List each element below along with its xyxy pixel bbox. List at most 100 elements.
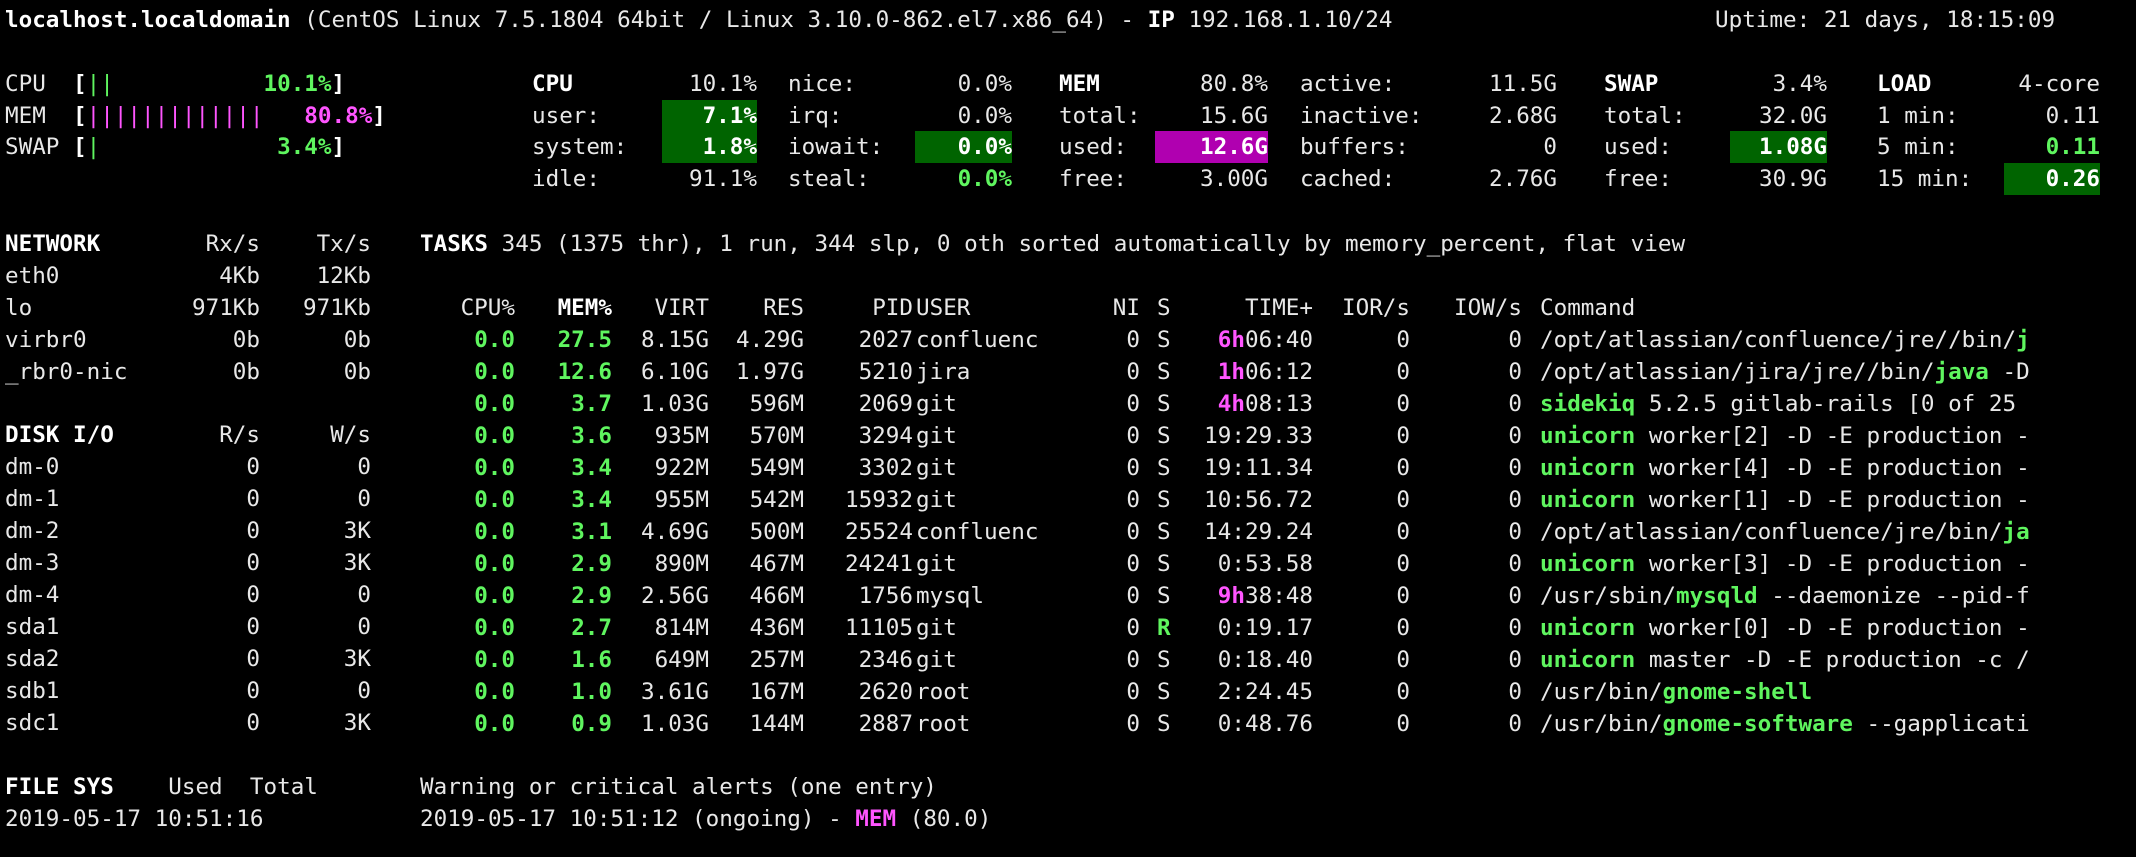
process-mem: 1.0 bbox=[571, 679, 612, 705]
process-time: 10:56.72 bbox=[1190, 484, 1313, 516]
process-time: 9h38:48 bbox=[1190, 580, 1313, 612]
process-user: git bbox=[916, 647, 957, 673]
load-5min-label: 5 min: bbox=[1877, 134, 1959, 160]
process-user: git bbox=[916, 391, 957, 417]
diskio-r-header: R/s bbox=[219, 422, 260, 448]
process-command-args: --daemonize --pid-f bbox=[1757, 583, 2030, 609]
process-command-name: unicorn bbox=[1540, 647, 1636, 673]
process-mem: 3.1 bbox=[571, 519, 612, 545]
process-command-args: worker[0] -D -E production - bbox=[1635, 615, 2030, 641]
process-command-args: /opt/atlassian/confluence/jre//bin/ bbox=[1540, 327, 2017, 353]
ip-label: IP bbox=[1147, 7, 1175, 33]
process-res: 436M bbox=[749, 615, 804, 641]
process-time: 14:29.24 bbox=[1190, 516, 1313, 548]
process-ni: 0 bbox=[1126, 679, 1140, 705]
uptime: Uptime: 21 days, 18:15:09 bbox=[1715, 7, 2056, 33]
process-mem: 3.4 bbox=[571, 487, 612, 513]
disk-write-value: 0 bbox=[357, 614, 371, 640]
tasks-title: TASKS bbox=[420, 231, 489, 257]
process-time: 0:53.58 bbox=[1190, 548, 1313, 580]
process-virt: 890M bbox=[654, 551, 709, 577]
process-cpu: 0.0 bbox=[474, 583, 515, 609]
alert-entry-value: (80.0) bbox=[896, 806, 992, 832]
process-command-args: /usr/bin/ bbox=[1540, 711, 1663, 737]
process-cpu: 0.0 bbox=[474, 487, 515, 513]
process-ior: 0 bbox=[1396, 359, 1410, 385]
process-command: unicorn worker[4] -D -E production - bbox=[1540, 452, 2136, 484]
process-time: 0:18.40 bbox=[1190, 644, 1313, 676]
disk-write-value: 0 bbox=[357, 582, 371, 608]
process-time-value: 0:53.58 bbox=[1217, 551, 1313, 577]
mem-buffers-value: 0 bbox=[1543, 134, 1557, 160]
disk-name: sda1 bbox=[5, 614, 60, 640]
process-s: S bbox=[1157, 455, 1171, 481]
process-pid: 2887 bbox=[858, 711, 913, 737]
process-ni: 0 bbox=[1126, 455, 1140, 481]
process-command-name: gnome-shell bbox=[1662, 679, 1813, 705]
process-pid: 2069 bbox=[858, 391, 913, 417]
disk-name: sdb1 bbox=[5, 678, 60, 704]
process-cpu: 0.0 bbox=[474, 519, 515, 545]
process-s: S bbox=[1157, 423, 1171, 449]
disk-write-value: 3K bbox=[343, 646, 371, 672]
cpu-nice-value: 0.0% bbox=[957, 71, 1012, 97]
process-time: 1h06:12 bbox=[1190, 356, 1313, 388]
process-ni: 0 bbox=[1126, 487, 1140, 513]
process-s: S bbox=[1157, 487, 1171, 513]
process-s: S bbox=[1157, 679, 1171, 705]
filesys-used-header: Used bbox=[168, 774, 223, 800]
column-header-pid: PID bbox=[872, 295, 913, 321]
process-command-name: mysqld bbox=[1676, 583, 1758, 609]
process-user: git bbox=[916, 423, 957, 449]
process-iow: 0 bbox=[1508, 455, 1522, 481]
swap-free-label: free: bbox=[1604, 166, 1673, 192]
process-mem: 27.5 bbox=[557, 327, 612, 353]
process-user: git bbox=[916, 551, 957, 577]
process-time-value: 0:18.40 bbox=[1217, 647, 1313, 673]
process-cpu: 0.0 bbox=[474, 455, 515, 481]
process-pid: 2346 bbox=[858, 647, 913, 673]
process-s: S bbox=[1157, 551, 1171, 577]
process-s: R bbox=[1157, 615, 1171, 641]
process-ior: 0 bbox=[1396, 679, 1410, 705]
network-tx-value: 0b bbox=[343, 327, 371, 353]
mem-cached-value: 2.76G bbox=[1488, 166, 1557, 192]
process-s: S bbox=[1157, 359, 1171, 385]
process-mem: 3.4 bbox=[571, 455, 612, 481]
process-pid: 25524 bbox=[844, 519, 913, 545]
disk-read-value: 0 bbox=[246, 646, 260, 672]
network-rx-value: 0b bbox=[232, 327, 260, 353]
process-command-args: worker[1] -D -E production - bbox=[1635, 487, 2030, 513]
network-title: NETWORK bbox=[5, 231, 101, 257]
process-virt: 1.03G bbox=[640, 711, 709, 737]
process-user: git bbox=[916, 455, 957, 481]
swap-bar: | bbox=[86, 134, 101, 160]
ip-address: 192.168.1.10/24 bbox=[1174, 7, 1393, 33]
disk-name: sda2 bbox=[5, 646, 60, 672]
mem-inactive-value: 2.68G bbox=[1488, 103, 1557, 129]
process-ni: 0 bbox=[1126, 391, 1140, 417]
process-time-value: 2:24.45 bbox=[1217, 679, 1313, 705]
swap-title: SWAP bbox=[1604, 71, 1659, 97]
process-time-value: 19:29.33 bbox=[1204, 423, 1313, 449]
mem-buffers-label: buffers: bbox=[1300, 134, 1409, 160]
process-command: /usr/bin/gnome-shell bbox=[1540, 676, 2136, 708]
cpu-title: CPU bbox=[532, 71, 573, 97]
network-rx-header: Rx/s bbox=[205, 231, 260, 257]
process-time: 2:24.45 bbox=[1190, 676, 1313, 708]
disk-read-value: 0 bbox=[246, 454, 260, 480]
disk-name: dm-1 bbox=[5, 486, 60, 512]
cpu-idle-label: idle: bbox=[532, 166, 601, 192]
process-command-name: gnome-software bbox=[1662, 711, 1853, 737]
process-mem: 1.6 bbox=[571, 647, 612, 673]
process-s: S bbox=[1157, 391, 1171, 417]
process-iow: 0 bbox=[1508, 519, 1522, 545]
column-header-user: USER bbox=[916, 295, 971, 321]
process-command-name: unicorn bbox=[1540, 487, 1636, 513]
network-rx-value: 4Kb bbox=[219, 263, 260, 289]
disk-write-value: 3K bbox=[343, 710, 371, 736]
quicklook-swap-label: SWAP bbox=[5, 134, 74, 160]
process-ior: 0 bbox=[1396, 487, 1410, 513]
swap-used-label: used: bbox=[1604, 134, 1673, 160]
process-pid: 15932 bbox=[844, 487, 913, 513]
